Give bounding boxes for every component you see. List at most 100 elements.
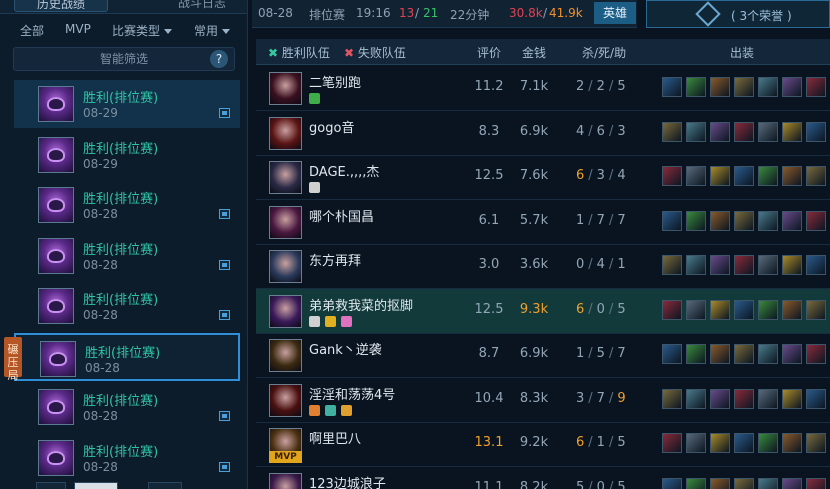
screenshot-icon[interactable] xyxy=(219,108,230,118)
filter-common[interactable]: 常用 xyxy=(194,22,231,39)
smart-filter-button[interactable]: 智能筛选 ? xyxy=(13,47,235,71)
item-icon[interactable] xyxy=(686,299,706,320)
item-icon[interactable] xyxy=(806,344,826,364)
item-icon[interactable] xyxy=(782,210,802,231)
item-icon[interactable] xyxy=(710,388,730,409)
page-button-active[interactable] xyxy=(74,482,118,489)
filter-all[interactable]: 全部 xyxy=(20,22,44,39)
item-icon[interactable] xyxy=(686,344,706,364)
item-icon[interactable] xyxy=(758,388,778,409)
item-icon[interactable] xyxy=(734,166,754,186)
item-icon[interactable] xyxy=(662,477,682,489)
screenshot-icon[interactable] xyxy=(219,310,230,320)
filter-mvp[interactable]: MVP xyxy=(65,22,91,36)
page-button[interactable] xyxy=(36,482,66,489)
tab-lose-team[interactable]: ✖ 失败队伍 xyxy=(344,44,406,61)
item-icon[interactable] xyxy=(662,388,682,409)
player-row[interactable]: Gank丶逆袭 8.7 6.9k 1/5/7 xyxy=(256,333,830,378)
item-icon[interactable] xyxy=(686,121,706,142)
item-icon[interactable] xyxy=(758,433,778,453)
item-icon[interactable] xyxy=(710,77,730,97)
item-icon[interactable] xyxy=(734,433,754,453)
item-icon[interactable] xyxy=(758,299,778,320)
item-icon[interactable] xyxy=(686,388,706,409)
item-icon[interactable] xyxy=(782,121,802,142)
help-icon[interactable]: ? xyxy=(210,50,228,68)
item-icon[interactable] xyxy=(806,166,826,186)
item-icon[interactable] xyxy=(662,255,682,275)
item-icon[interactable] xyxy=(806,255,826,275)
match-list-item[interactable]: 胜利(排位赛) 08-29 xyxy=(14,80,240,128)
player-name[interactable]: 淫淫和荡荡4号 xyxy=(309,384,395,403)
screenshot-icon[interactable] xyxy=(219,209,230,219)
player-avatar[interactable] xyxy=(269,383,302,417)
item-icon[interactable] xyxy=(662,344,682,364)
item-icon[interactable] xyxy=(806,77,826,97)
player-name[interactable]: 123边城浪子 xyxy=(309,473,386,489)
item-icon[interactable] xyxy=(734,255,754,275)
match-list-item[interactable]: 胜利(排位赛) 08-28 xyxy=(14,383,240,431)
item-icon[interactable] xyxy=(662,299,682,320)
player-name[interactable]: gogo音 xyxy=(309,117,354,136)
item-icon[interactable] xyxy=(710,166,730,186)
item-icon[interactable] xyxy=(782,77,802,97)
item-icon[interactable] xyxy=(782,433,802,453)
match-list-item[interactable]: 胜利(排位赛) 08-28 xyxy=(14,282,240,330)
item-icon[interactable] xyxy=(758,210,778,231)
player-row[interactable]: 123边城浪子 11.1 8.2k 5/0/5 xyxy=(256,467,830,489)
player-row[interactable]: DAGE.,,,,杰 12.5 7.6k 6/3/4 xyxy=(256,155,830,200)
tab-battle-log[interactable]: 战斗日志 xyxy=(178,0,226,12)
player-name[interactable]: Gank丶逆袭 xyxy=(309,339,382,358)
player-row[interactable]: 弟弟救我菜的抠脚 12.5 9.3k 6/0/5 xyxy=(256,288,830,334)
screenshot-icon[interactable] xyxy=(219,411,230,421)
player-name[interactable]: 弟弟救我菜的抠脚 xyxy=(309,295,413,314)
player-name[interactable]: DAGE.,,,,杰 xyxy=(309,161,379,180)
player-avatar[interactable] xyxy=(269,72,302,105)
player-row[interactable]: 二笔别跑 11.2 7.1k 2/2/5 xyxy=(256,66,830,111)
match-list-item[interactable]: 胜利(排位赛) 08-29 xyxy=(14,131,240,179)
item-icon[interactable] xyxy=(662,166,682,186)
player-avatar[interactable] xyxy=(269,205,302,239)
tab-win-team[interactable]: ✖ 胜利队伍 xyxy=(268,44,330,61)
player-avatar[interactable] xyxy=(269,116,302,150)
match-list-item[interactable]: 胜利(排位赛) 08-28 碾压局 xyxy=(4,332,240,382)
item-icon[interactable] xyxy=(710,210,730,231)
item-icon[interactable] xyxy=(806,477,826,489)
item-icon[interactable] xyxy=(710,299,730,320)
screenshot-icon[interactable] xyxy=(219,259,230,270)
item-icon[interactable] xyxy=(758,344,778,364)
item-icon[interactable] xyxy=(782,388,802,409)
filter-match-type[interactable]: 比赛类型 xyxy=(112,22,173,39)
item-icon[interactable] xyxy=(734,344,754,364)
item-icon[interactable] xyxy=(734,210,754,231)
match-list-item[interactable]: 胜利(排位赛) 08-28 xyxy=(14,232,240,280)
player-name[interactable]: 啊里巴八 xyxy=(309,428,361,447)
player-name[interactable]: 二笔别跑 xyxy=(309,72,361,91)
item-icon[interactable] xyxy=(782,344,802,364)
item-icon[interactable] xyxy=(782,255,802,275)
item-icon[interactable] xyxy=(806,433,826,453)
item-icon[interactable] xyxy=(806,210,826,231)
item-icon[interactable] xyxy=(758,477,778,489)
item-icon[interactable] xyxy=(758,121,778,142)
hero-button[interactable]: 英雄 xyxy=(594,2,636,24)
player-row[interactable]: 东方再拜 3.0 3.6k 0/4/1 xyxy=(256,244,830,289)
player-row[interactable]: MVP 啊里巴八 13.1 9.2k 6/1/5 xyxy=(256,422,830,467)
item-icon[interactable] xyxy=(686,77,706,97)
item-icon[interactable] xyxy=(686,477,706,489)
item-icon[interactable] xyxy=(662,433,682,453)
item-icon[interactable] xyxy=(806,299,826,320)
item-icon[interactable] xyxy=(734,477,754,489)
item-icon[interactable] xyxy=(662,210,682,231)
honor-panel[interactable]: ( 3个荣誉 ) xyxy=(646,0,830,28)
item-icon[interactable] xyxy=(710,433,730,453)
item-icon[interactable] xyxy=(806,388,826,409)
item-icon[interactable] xyxy=(686,210,706,231)
player-avatar[interactable] xyxy=(269,161,302,194)
player-avatar[interactable] xyxy=(269,294,302,328)
item-icon[interactable] xyxy=(734,299,754,320)
match-list-item[interactable]: 胜利(排位赛) 08-28 xyxy=(14,181,240,229)
item-icon[interactable] xyxy=(686,433,706,453)
match-list-item[interactable]: 胜利(排位赛) 08-28 xyxy=(14,434,240,482)
item-icon[interactable] xyxy=(686,166,706,186)
